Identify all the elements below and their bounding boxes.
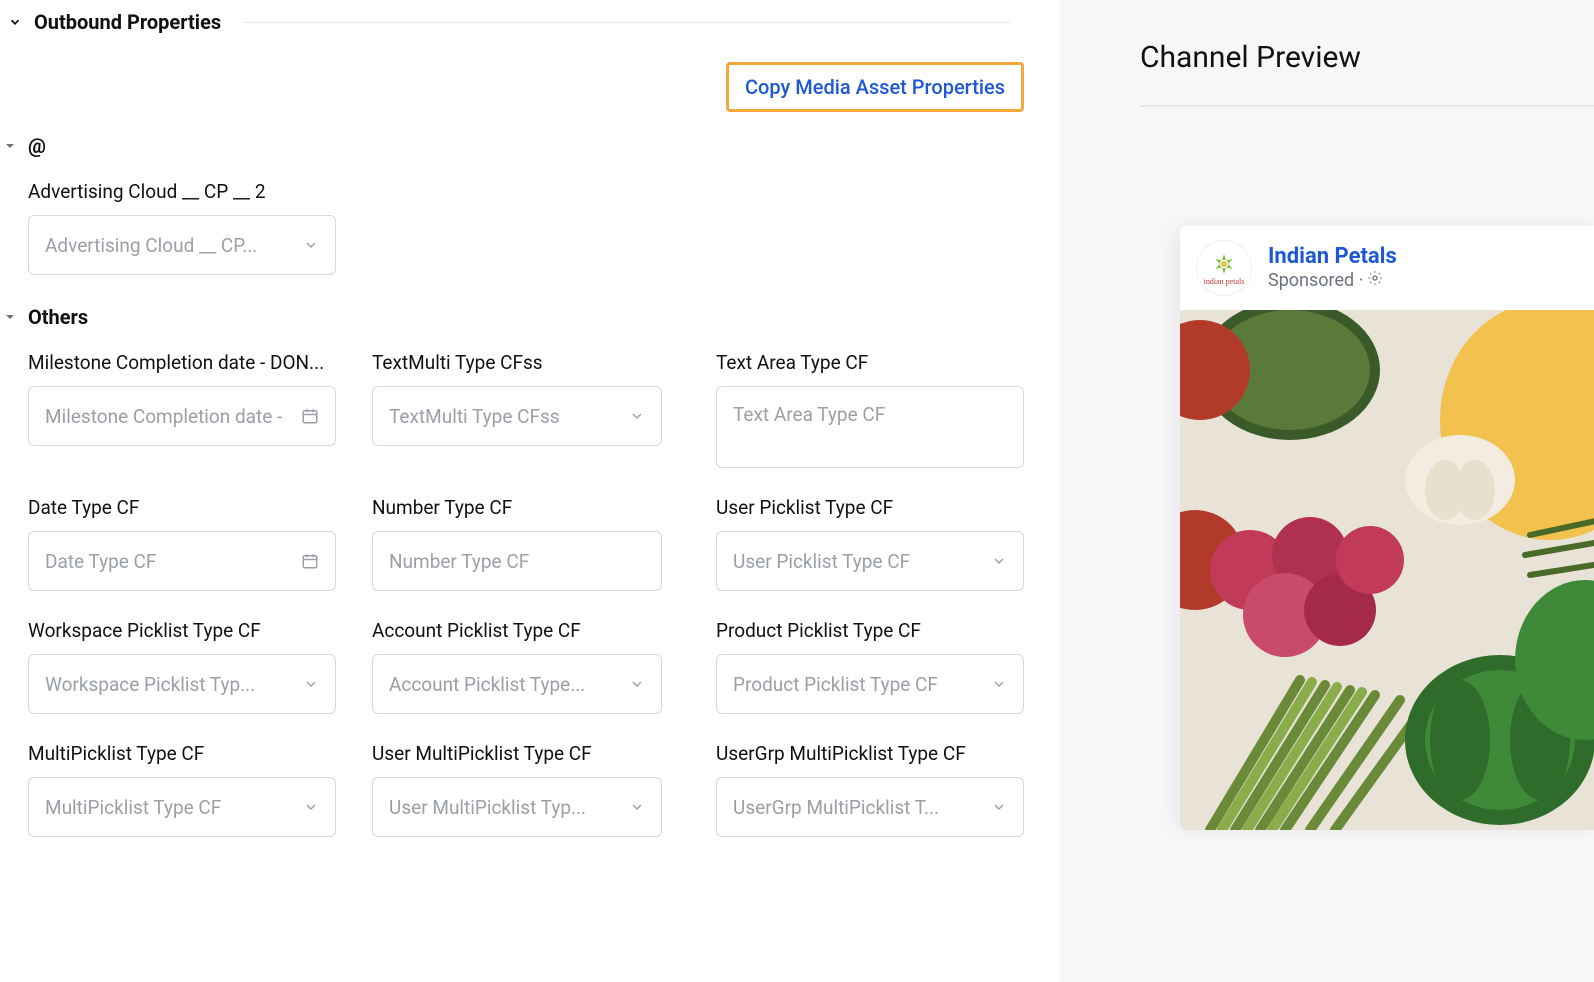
multipicklist-select[interactable]: MultiPicklist Type CF [28, 777, 336, 837]
chevron-down-icon [303, 676, 319, 692]
user-picklist-label: User Picklist Type CF [716, 496, 1026, 519]
others-group-header[interactable]: Others [0, 305, 1060, 329]
account-picklist-select[interactable]: Account Picklist Type... [372, 654, 662, 714]
ad-cloud-select[interactable]: Advertising Cloud __ CP... [28, 215, 336, 275]
calendar-icon [301, 552, 319, 570]
properties-panel: Outbound Properties Copy Media Asset Pro… [0, 0, 1060, 982]
chevron-down-icon [991, 553, 1007, 569]
caret-down-icon [4, 140, 16, 152]
milestone-date-label: Milestone Completion date - DON... [28, 351, 338, 374]
number-type-label: Number Type CF [372, 496, 682, 519]
channel-preview-title: Channel Preview [1060, 0, 1594, 105]
chevron-down-icon [303, 237, 319, 253]
product-picklist-label: Product Picklist Type CF [716, 619, 1026, 642]
chevron-down-icon [629, 408, 645, 424]
outbound-section-header[interactable]: Outbound Properties [0, 10, 1060, 34]
user-multipicklist-label: User MultiPicklist Type CF [372, 742, 682, 765]
ad-cloud-label: Advertising Cloud __ CP __ 2 [28, 180, 338, 203]
chevron-down-icon [8, 15, 22, 29]
at-group-title: @ [28, 134, 46, 158]
user-multipicklist-select[interactable]: User MultiPicklist Typ... [372, 777, 662, 837]
workspace-picklist-select[interactable]: Workspace Picklist Typ... [28, 654, 336, 714]
gear-icon [1367, 270, 1383, 291]
preview-hero-image [1180, 310, 1594, 830]
workspace-picklist-label: Workspace Picklist Type CF [28, 619, 338, 642]
sponsored-label: Sponsored · [1268, 270, 1397, 291]
channel-preview-panel: Channel Preview [1060, 0, 1594, 982]
date-type-label: Date Type CF [28, 496, 338, 519]
multipicklist-label: MultiPicklist Type CF [28, 742, 338, 765]
product-picklist-select[interactable]: Product Picklist Type CF [716, 654, 1024, 714]
textmulti-select[interactable]: TextMulti Type CFss [372, 386, 662, 446]
copy-media-asset-properties-button[interactable]: Copy Media Asset Properties [726, 62, 1024, 112]
preview-card: indian petals Indian Petals Sponsored · [1180, 226, 1594, 830]
section-divider [243, 22, 1010, 23]
chevron-down-icon [629, 676, 645, 692]
ad-cloud-placeholder: Advertising Cloud __ CP... [45, 234, 303, 257]
usergrp-multipicklist-label: UserGrp MultiPicklist Type CF [716, 742, 1026, 765]
textarea-label: Text Area Type CF [716, 351, 1026, 374]
preview-card-header: indian petals Indian Petals Sponsored · [1180, 226, 1594, 310]
brand-name: Indian Petals [1268, 245, 1397, 269]
date-type-input[interactable]: Date Type CF [28, 531, 336, 591]
number-type-input[interactable]: Number Type CF [372, 531, 662, 591]
at-group-header[interactable]: @ [0, 134, 1060, 158]
caret-down-icon [4, 311, 16, 323]
outbound-section-title: Outbound Properties [34, 10, 221, 34]
chevron-down-icon [991, 799, 1007, 815]
svg-text:indian petals: indian petals [1204, 277, 1244, 286]
user-picklist-select[interactable]: User Picklist Type CF [716, 531, 1024, 591]
milestone-date-input[interactable]: Milestone Completion date - [28, 386, 336, 446]
chevron-down-icon [991, 676, 1007, 692]
account-picklist-label: Account Picklist Type CF [372, 619, 682, 642]
preview-divider [1140, 105, 1594, 107]
others-fields-grid: Milestone Completion date - DON... Miles… [0, 351, 1060, 865]
chevron-down-icon [629, 799, 645, 815]
textarea-input[interactable]: Text Area Type CF [716, 386, 1024, 468]
chevron-down-icon [303, 799, 319, 815]
brand-avatar: indian petals [1196, 240, 1252, 296]
textmulti-label: TextMulti Type CFss [372, 351, 682, 374]
usergrp-multipicklist-select[interactable]: UserGrp MultiPicklist T... [716, 777, 1024, 837]
others-group-title: Others [28, 305, 88, 329]
calendar-icon [301, 407, 319, 425]
